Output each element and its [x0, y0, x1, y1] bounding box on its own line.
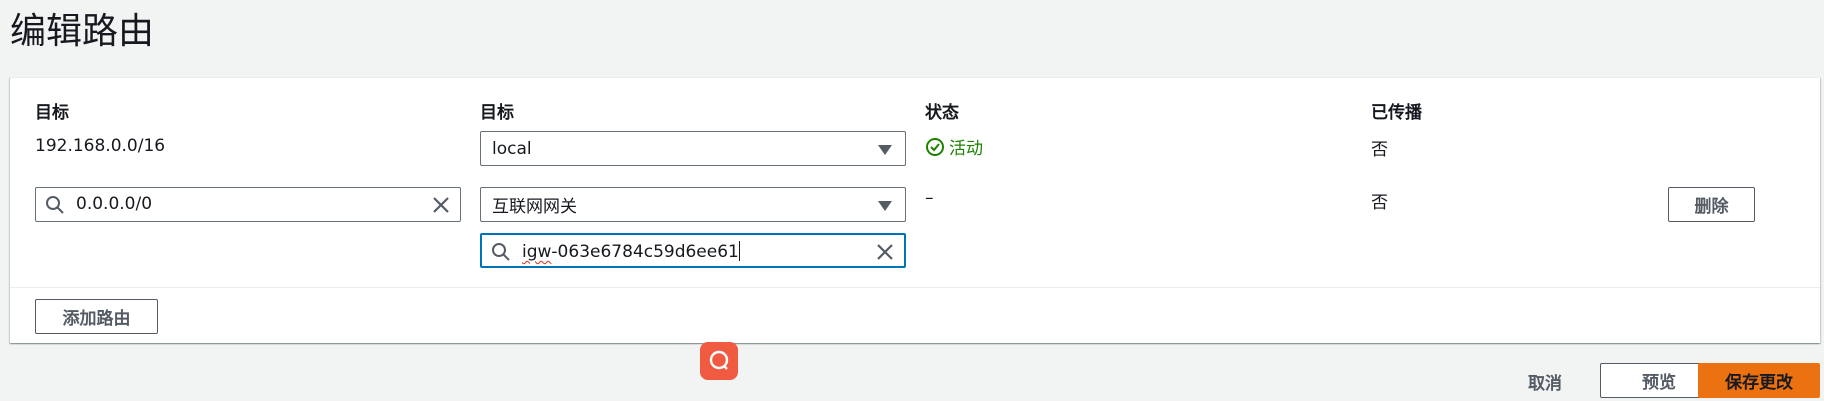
caret-down-icon	[878, 145, 892, 155]
remove-route-button[interactable]: 删除	[1668, 187, 1755, 222]
text-cursor	[738, 241, 740, 261]
routes-panel: 目标 目标 状态 已传播 192.168.0.0/16 local 活动 否 0…	[10, 77, 1820, 343]
header-status: 状态	[925, 103, 959, 123]
status-badge: 活动	[925, 134, 983, 159]
search-icon	[492, 243, 510, 261]
chat-bubble-button[interactable]	[700, 342, 738, 380]
header-propagated: 已传播	[1371, 103, 1422, 123]
target-resource-search-input[interactable]: igw-063e6784c59d6ee61	[480, 233, 906, 268]
page-title: 编辑路由	[10, 11, 155, 52]
close-icon[interactable]	[876, 243, 894, 261]
check-circle-icon	[926, 137, 944, 156]
add-route-button[interactable]: 添加路由	[35, 299, 158, 334]
route-propagated-2: 否	[1371, 193, 1388, 213]
route-status-2: –	[925, 188, 934, 208]
search-icon	[46, 196, 64, 214]
target-resource-search-value-prefix: igw	[522, 242, 552, 262]
save-changes-button[interactable]: 保存更改	[1698, 363, 1820, 398]
target-resource-search-value: igw-063e6784c59d6ee61	[522, 241, 740, 262]
route-destination-1: 192.168.0.0/16	[35, 136, 166, 156]
divider	[10, 287, 1820, 288]
caret-down-icon	[878, 201, 892, 211]
target-resource-search-value-rest: -063e6784c59d6ee61	[551, 242, 739, 262]
route-target-select-1-value: local	[492, 138, 532, 159]
route-propagated-1: 否	[1371, 140, 1388, 160]
route-target-select-1[interactable]: local	[480, 131, 906, 166]
chat-bubble-icon	[709, 350, 729, 370]
route-target-select-2[interactable]: 互联网网关	[480, 187, 906, 222]
cancel-button[interactable]: 取消	[1528, 369, 1562, 394]
route-target-select-2-value: 互联网网关	[492, 197, 577, 217]
destination-input[interactable]: 0.0.0.0/0	[35, 187, 461, 222]
destination-input-value: 0.0.0.0/0	[76, 194, 153, 214]
header-target: 目标	[480, 103, 514, 123]
close-icon[interactable]	[432, 196, 450, 214]
status-text: 活动	[949, 139, 983, 159]
header-destination: 目标	[35, 103, 69, 123]
